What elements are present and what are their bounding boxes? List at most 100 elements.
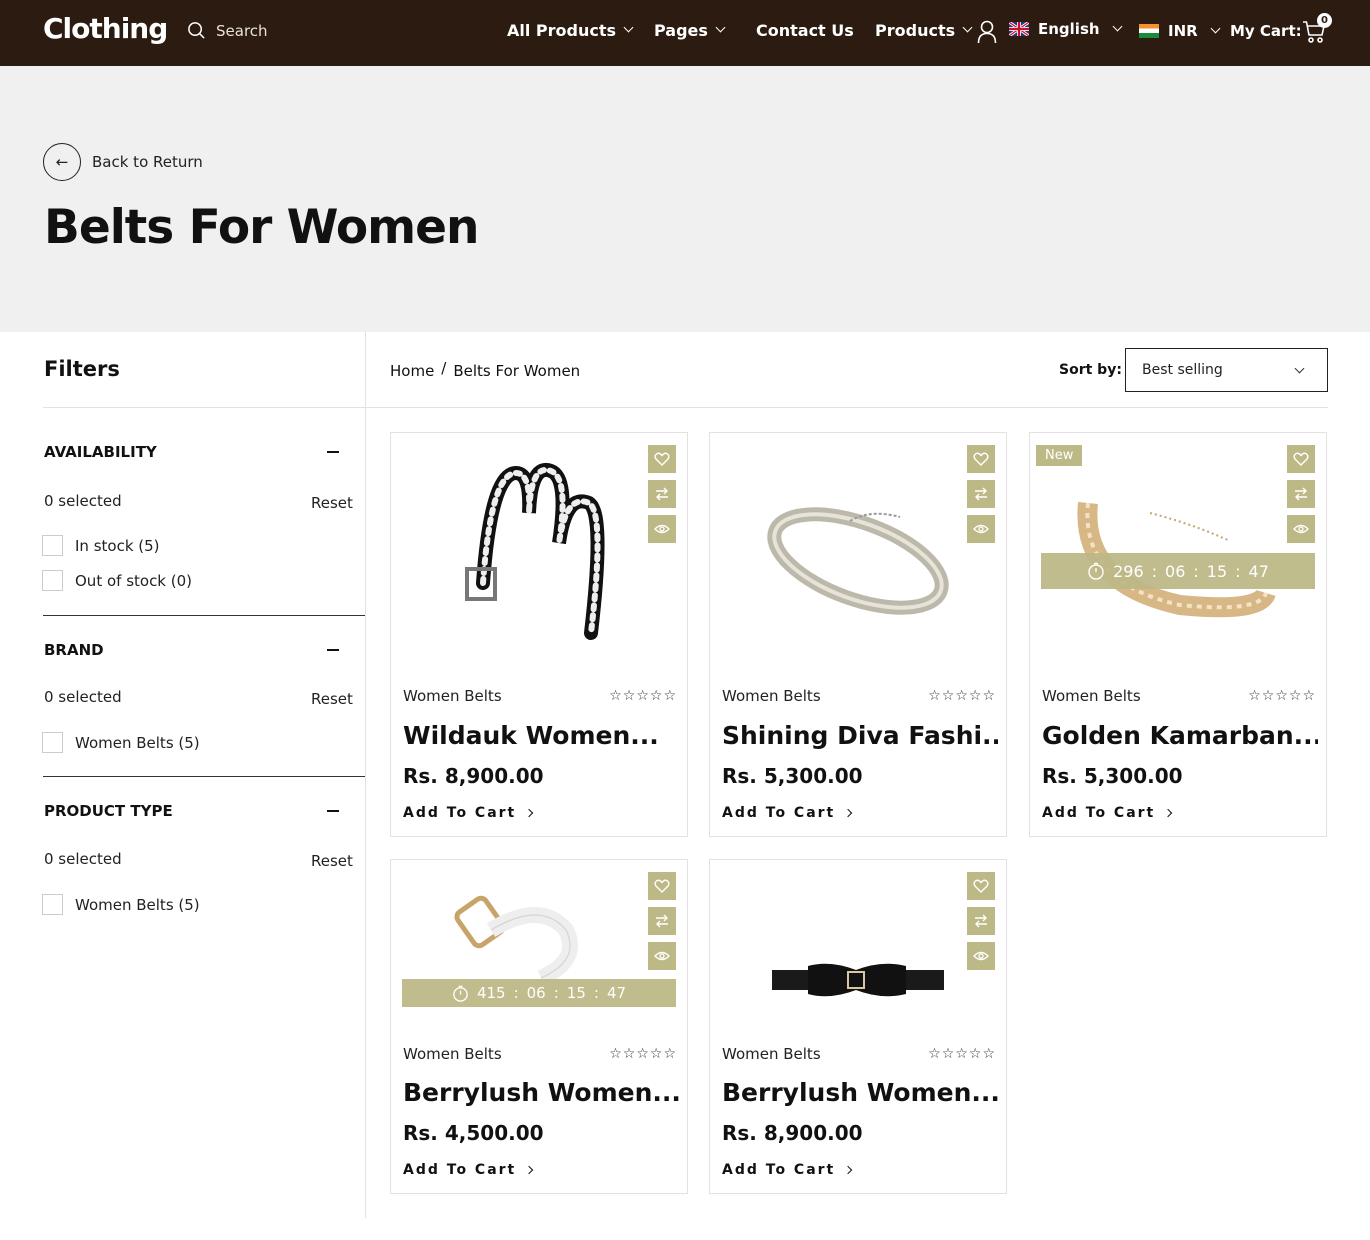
product-card[interactable]: 415 : 06 : 15 : 47 Women Belts ☆☆☆☆☆ Ber… [390, 859, 688, 1194]
india-flag-icon [1139, 24, 1159, 38]
product-category: Women Belts [1042, 687, 1141, 705]
checkbox[interactable] [42, 732, 63, 753]
breadcrumb-separator: / [441, 359, 447, 377]
product-price: Rs. 4,500.00 [403, 1121, 544, 1145]
quick-view-button[interactable] [648, 942, 676, 970]
chevron-down-icon [1294, 363, 1305, 374]
product-image[interactable] [710, 433, 1006, 673]
wishlist-button[interactable] [648, 445, 676, 473]
currency-selector[interactable]: INR [1139, 22, 1221, 40]
timer-separator: : [553, 984, 559, 1002]
add-to-cart-button[interactable]: Add To Cart [403, 805, 534, 821]
page-title: Belts For Women [44, 200, 479, 255]
product-type-selected-count: 0 selected [44, 850, 122, 868]
collapse-icon[interactable] [327, 810, 339, 812]
product-title[interactable]: Berrylush Women... [722, 1078, 998, 1107]
availability-selected-count: 0 selected [44, 492, 122, 510]
product-category: Women Belts [722, 1045, 821, 1063]
collapse-icon[interactable] [327, 451, 339, 453]
search-icon [188, 22, 205, 39]
compare-button[interactable] [648, 480, 676, 508]
product-type-reset-link[interactable]: Reset [311, 852, 353, 870]
nav-contact-us[interactable]: Contact Us [756, 21, 854, 40]
collection-hero: ← Back to Return Belts For Women [0, 66, 1370, 332]
product-title[interactable]: Golden Kamarban... [1042, 721, 1318, 750]
nav-all-products-label: All Products [507, 21, 617, 40]
wishlist-button[interactable] [967, 872, 995, 900]
compare-button[interactable] [967, 480, 995, 508]
availability-reset-link[interactable]: Reset [311, 494, 353, 512]
nav-products-label: Products [875, 21, 956, 40]
quick-view-button[interactable] [648, 515, 676, 543]
cart-link[interactable]: My Cart: [1230, 22, 1302, 40]
collapse-icon[interactable] [327, 649, 339, 651]
compare-button[interactable] [967, 907, 995, 935]
search-placeholder: Search [216, 21, 268, 40]
product-image[interactable] [710, 860, 1006, 1020]
nav-pages[interactable]: Pages [654, 21, 726, 40]
heart-icon [1293, 452, 1309, 466]
checkbox[interactable] [42, 535, 63, 556]
product-category: Women Belts [722, 687, 821, 705]
filter-option-label: In stock (5) [75, 536, 160, 555]
heart-icon [973, 879, 989, 893]
product-price: Rs. 5,300.00 [722, 764, 863, 788]
checkbox[interactable] [42, 570, 63, 591]
wishlist-button[interactable] [1287, 445, 1315, 473]
filter-availability-title[interactable]: AVAILABILITY [44, 443, 157, 461]
compare-button[interactable] [1287, 480, 1315, 508]
sort-select[interactable]: Best selling [1125, 348, 1328, 392]
back-button[interactable]: ← [43, 143, 81, 181]
product-image[interactable] [391, 433, 687, 673]
brand-reset-link[interactable]: Reset [311, 690, 353, 708]
back-link[interactable]: Back to Return [92, 153, 203, 171]
product-title[interactable]: Shining Diva Fashi... [722, 721, 998, 750]
wishlist-button[interactable] [648, 872, 676, 900]
heart-icon [654, 879, 670, 893]
product-card[interactable]: Women Belts ☆☆☆☆☆ Berrylush Women... Rs.… [709, 859, 1007, 1194]
wishlist-button[interactable] [967, 445, 995, 473]
breadcrumb-home[interactable]: Home [390, 362, 434, 380]
checkbox[interactable] [42, 894, 63, 915]
filter-in-stock[interactable]: In stock (5) [42, 535, 160, 556]
product-title[interactable]: Wildauk Women... [403, 721, 679, 750]
filter-brand-women-belts[interactable]: Women Belts (5) [42, 732, 200, 753]
quick-view-button[interactable] [967, 942, 995, 970]
nav-contact-label: Contact Us [756, 21, 854, 40]
product-card[interactable]: Women Belts ☆☆☆☆☆ Wildauk Women... Rs. 8… [390, 432, 688, 837]
product-card[interactable]: New 296 : 06 : 15 : 47 Women Belts ☆☆☆☆☆… [1029, 432, 1327, 837]
divider [43, 776, 365, 777]
filter-out-of-stock[interactable]: Out of stock (0) [42, 570, 192, 591]
add-to-cart-label: Add To Cart [722, 1162, 836, 1178]
add-to-cart-button[interactable]: Add To Cart [403, 1162, 534, 1178]
quick-view-button[interactable] [1287, 515, 1315, 543]
filter-option-label: Out of stock (0) [75, 571, 193, 590]
add-to-cart-label: Add To Cart [1042, 805, 1156, 821]
product-title[interactable]: Berrylush Women... [403, 1078, 679, 1107]
nav-pages-label: Pages [654, 21, 708, 40]
product-card[interactable]: Women Belts ☆☆☆☆☆ Shining Diva Fashi... … [709, 432, 1007, 837]
timer-seconds: 47 [1248, 561, 1269, 581]
language-selector[interactable]: English [1009, 20, 1123, 38]
quick-view-button[interactable] [967, 515, 995, 543]
product-price: Rs. 5,300.00 [1042, 764, 1183, 788]
countdown-timer: 296 : 06 : 15 : 47 [1041, 553, 1315, 589]
nav-all-products[interactable]: All Products [507, 21, 634, 40]
filter-option-label: Women Belts (5) [75, 895, 200, 914]
belt-black-image [772, 963, 944, 997]
timer-seconds: 47 [606, 984, 627, 1002]
site-logo[interactable]: Clothing [43, 12, 168, 45]
filter-brand-title[interactable]: BRAND [44, 641, 104, 659]
filter-product-type-title[interactable]: PRODUCT TYPE [44, 802, 173, 820]
search-field[interactable]: Search [187, 21, 268, 40]
compare-button[interactable] [648, 907, 676, 935]
heart-icon [654, 452, 670, 466]
top-navigation-bar: Clothing Search All Products Pages Conta… [0, 0, 1370, 66]
add-to-cart-button[interactable]: Add To Cart [722, 805, 853, 821]
add-to-cart-button[interactable]: Add To Cart [1042, 805, 1173, 821]
nav-products[interactable]: Products [875, 21, 973, 40]
product-price: Rs. 8,900.00 [403, 764, 544, 788]
filter-type-women-belts[interactable]: Women Belts (5) [42, 894, 200, 915]
add-to-cart-button[interactable]: Add To Cart [722, 1162, 853, 1178]
user-account-icon[interactable] [977, 20, 997, 44]
